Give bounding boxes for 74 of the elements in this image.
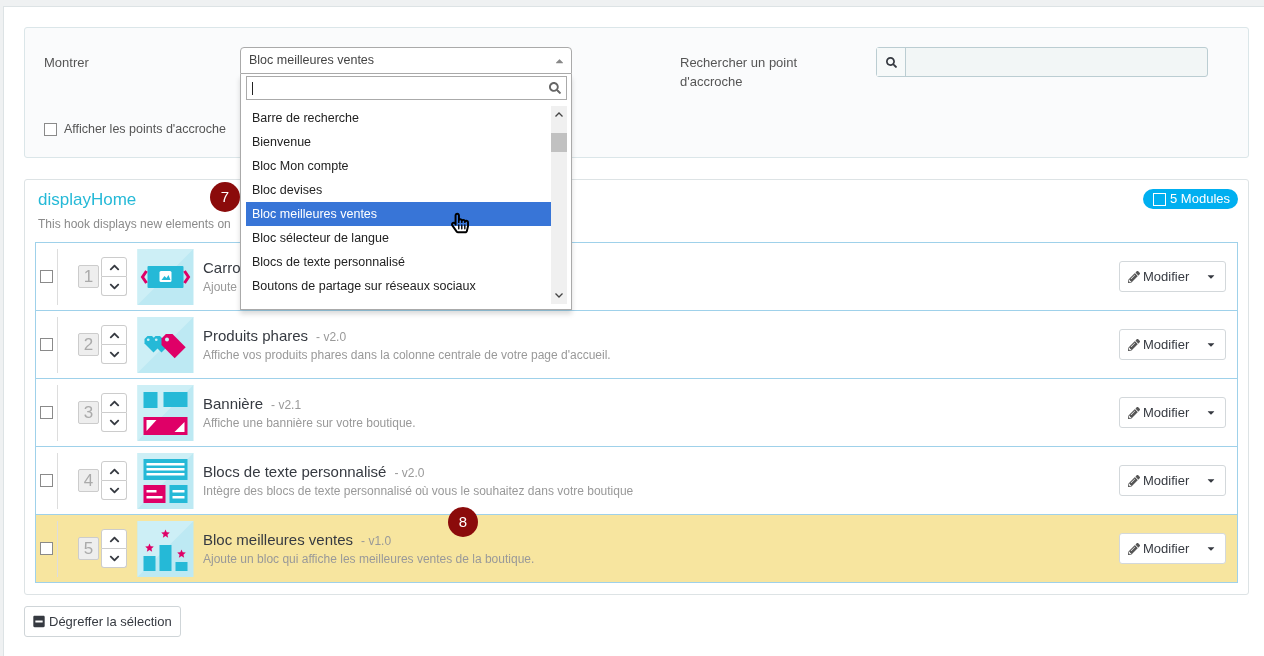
position-number: 2 (78, 333, 99, 356)
search-icon (549, 82, 561, 94)
show-label: Montrer (44, 54, 90, 72)
module-version: - v2.0 (316, 328, 347, 346)
dropdown-search-field[interactable] (246, 76, 567, 100)
module-version: - v1.0 (361, 532, 392, 550)
text-cursor-icon (252, 82, 253, 95)
move-up-button[interactable] (101, 529, 127, 549)
hook-option[interactable]: Bienvenue (246, 130, 551, 154)
hook-option[interactable]: Bloc Mon compte (246, 154, 551, 178)
hook-search-field[interactable] (876, 47, 1208, 77)
module-description: Intègre des blocs de texte personnalisé où vous le souhaitez dans votre boutique (203, 482, 634, 500)
move-up-button[interactable] (101, 257, 127, 277)
hook-option[interactable]: Blocs de texte personnalisé (246, 250, 551, 274)
hook-option[interactable]: Bloc sélecteur de langue (246, 226, 551, 250)
star-bar-chart-icon (137, 520, 194, 577)
move-down-button[interactable] (101, 481, 127, 500)
pencil-icon (1128, 474, 1140, 487)
pointer-cursor-icon (451, 211, 469, 235)
module-name: Bloc meilleures ventes (203, 529, 354, 550)
hook-description: This hook displays new elements on (38, 216, 231, 233)
hook-option[interactable]: Bloc meilleures ventes (246, 202, 551, 226)
move-down-button[interactable] (101, 413, 127, 432)
move-up-button[interactable] (101, 461, 127, 481)
module-checkbox[interactable] (40, 474, 53, 487)
module-version: - v2.1 (271, 396, 302, 414)
image-slider-icon (137, 248, 194, 305)
module-checkbox[interactable] (40, 270, 53, 283)
modifier-button[interactable]: Modifier (1119, 533, 1226, 564)
hook-option[interactable]: Barre de recherche (246, 106, 551, 130)
module-description: Affiche vos produits phares dans la colonne centrale de votre page d'accueil. (203, 346, 611, 364)
modifier-button[interactable]: Modifier (1119, 261, 1226, 292)
pencil-icon (1128, 270, 1140, 283)
position-number: 1 (78, 265, 99, 288)
search-icon (885, 56, 897, 68)
unhook-selection-button[interactable]: Dégreffer la sélection (24, 606, 181, 637)
module-checkbox[interactable] (40, 338, 53, 351)
move-down-button[interactable] (101, 277, 127, 296)
module-description: Affiche une bannière sur votre boutique. (203, 414, 416, 432)
module-name: Carro (203, 257, 241, 278)
pencil-icon (1128, 406, 1140, 419)
pencil-icon (1128, 542, 1140, 555)
move-down-button[interactable] (101, 345, 127, 364)
modifier-button[interactable]: Modifier (1119, 397, 1226, 428)
modifier-button[interactable]: Modifier (1119, 329, 1226, 360)
modifier-button[interactable]: Modifier (1119, 465, 1226, 496)
hook-select[interactable]: Bloc meilleures ventes (240, 47, 572, 74)
module-name: Bannière (203, 393, 264, 414)
hook-option[interactable]: Boutons de partage sur réseaux sociaux (246, 274, 551, 298)
position-number: 3 (78, 401, 99, 424)
module-description: Ajoute (203, 278, 238, 296)
move-up-button[interactable] (101, 325, 127, 345)
scrollbar[interactable] (551, 106, 567, 304)
scrollbar-thumb[interactable] (551, 133, 567, 152)
hook-option[interactable]: Bloc devises (246, 178, 551, 202)
show-all-checkbox[interactable] (44, 122, 57, 136)
module-version: - v2.0 (394, 464, 425, 482)
position-number: 5 (78, 537, 99, 560)
select-all-checkbox[interactable] (1153, 192, 1166, 206)
move-down-button[interactable] (101, 549, 127, 568)
move-up-button[interactable] (101, 393, 127, 413)
text-blocks-icon (137, 452, 194, 509)
show-all-label: Afficher les points d'accroche (64, 120, 226, 138)
module-description: Ajoute un bloc qui affiche les meilleures ventes de la boutique. (203, 550, 535, 568)
hook-title: displayHome (38, 189, 137, 211)
hook-search-label: Rechercher un point d'accroche (680, 54, 799, 91)
module-checkbox[interactable] (40, 406, 53, 419)
pencil-icon (1128, 338, 1140, 351)
module-name: Blocs de texte personnalisé (203, 461, 387, 482)
price-tags-icon (137, 316, 194, 373)
module-checkbox[interactable] (40, 542, 53, 555)
banner-layout-icon (137, 384, 194, 441)
module-name: Produits phares (203, 325, 309, 346)
position-number: 4 (78, 469, 99, 492)
